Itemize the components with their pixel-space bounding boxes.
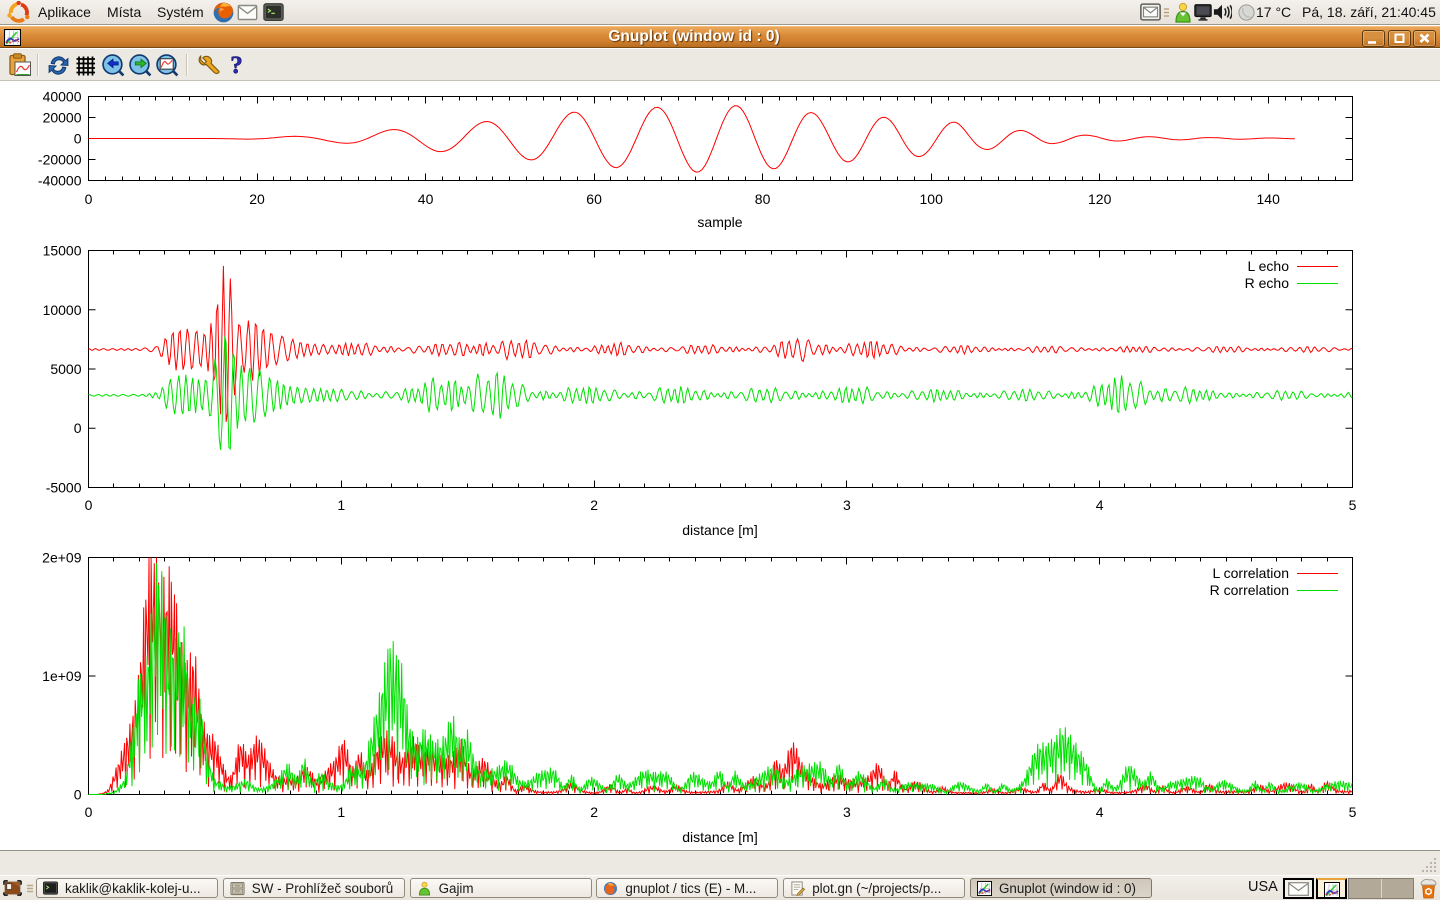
svg-text:15000: 15000 [43, 243, 82, 259]
svg-text:0: 0 [85, 497, 93, 513]
svg-text:0: 0 [85, 191, 93, 207]
svg-text:2e+09: 2e+09 [42, 550, 82, 566]
svg-text:R echo: R echo [1245, 275, 1290, 291]
svg-text:?: ? [230, 53, 243, 78]
svg-text:3: 3 [843, 804, 851, 820]
svg-text:0: 0 [74, 420, 82, 436]
svg-text:1: 1 [337, 804, 345, 820]
svg-text:0: 0 [74, 787, 82, 803]
svg-text:distance [m]: distance [m] [682, 522, 757, 538]
svg-text:1: 1 [337, 497, 345, 513]
svg-text:120: 120 [1088, 191, 1112, 207]
svg-text:80: 80 [755, 191, 771, 207]
svg-text:L echo: L echo [1247, 258, 1289, 274]
svg-text:140: 140 [1257, 191, 1281, 207]
svg-text:2: 2 [590, 497, 598, 513]
svg-text:100: 100 [920, 191, 944, 207]
svg-text:4: 4 [1096, 804, 1104, 820]
svg-text:0: 0 [74, 131, 82, 147]
svg-text:R correlation: R correlation [1210, 582, 1289, 598]
svg-text:L correlation: L correlation [1212, 565, 1289, 581]
svg-text:-5000: -5000 [46, 480, 82, 496]
svg-text:2: 2 [590, 804, 598, 820]
svg-text:40: 40 [418, 191, 434, 207]
svg-text:20000: 20000 [43, 110, 82, 126]
svg-text:sample: sample [697, 214, 742, 230]
svg-text:20: 20 [249, 191, 265, 207]
svg-text:-20000: -20000 [38, 152, 82, 168]
svg-text:0: 0 [85, 804, 93, 820]
svg-text:5: 5 [1349, 804, 1357, 820]
svg-text:5: 5 [1349, 497, 1357, 513]
svg-text:40000: 40000 [43, 89, 82, 105]
svg-text:10000: 10000 [43, 302, 82, 318]
svg-text:-40000: -40000 [38, 173, 82, 189]
svg-text:distance [m]: distance [m] [682, 829, 757, 845]
svg-text:1e+09: 1e+09 [42, 668, 82, 684]
svg-text:5000: 5000 [50, 361, 81, 377]
svg-text:4: 4 [1096, 497, 1104, 513]
svg-text:60: 60 [586, 191, 602, 207]
svg-text:3: 3 [843, 497, 851, 513]
